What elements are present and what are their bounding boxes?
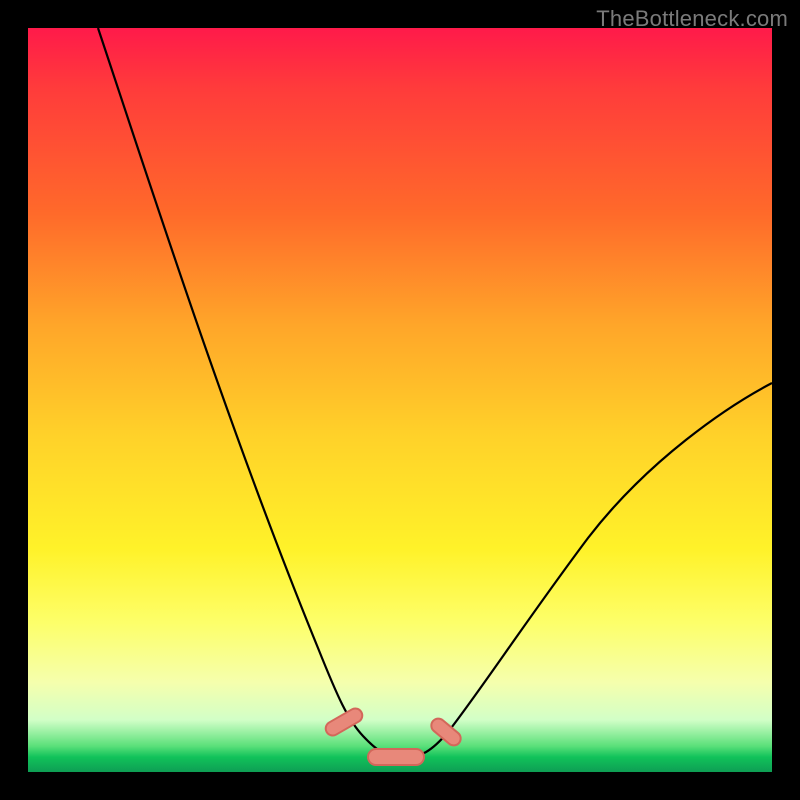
chart-area: [28, 28, 772, 772]
optimal-region-markers: [323, 706, 463, 765]
bottleneck-curve: [98, 28, 772, 758]
bottleneck-curve-svg: [28, 28, 772, 772]
watermark-text: TheBottleneck.com: [596, 6, 788, 32]
